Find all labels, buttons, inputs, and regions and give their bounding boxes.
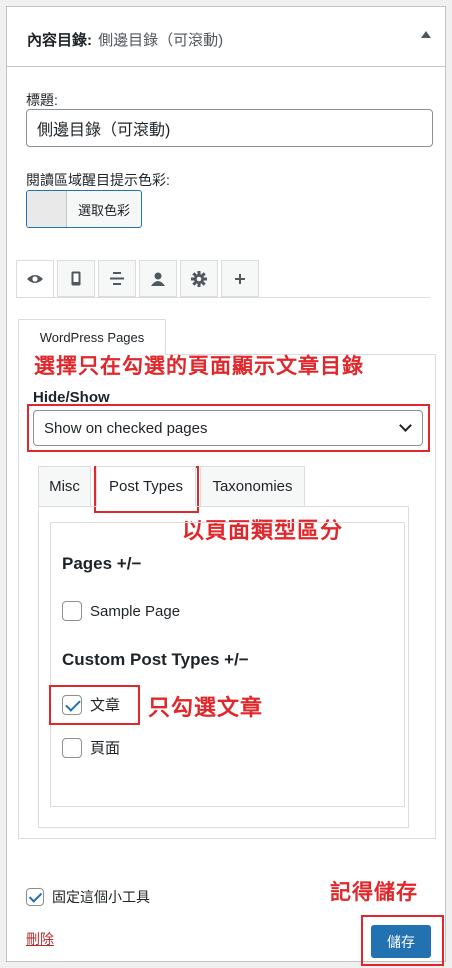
annotation-save-note: 記得儲存: [330, 881, 418, 904]
page-label: 頁面: [90, 740, 121, 757]
tab-post-types[interactable]: Post Types: [96, 466, 196, 507]
settings-icon-tabs: [16, 260, 262, 298]
post-checkbox[interactable]: [62, 694, 82, 715]
tab-visibility[interactable]: [16, 260, 54, 298]
tab-user[interactable]: [139, 260, 177, 297]
custom-post-types-group-title[interactable]: Custom Post Types +/−: [62, 650, 249, 670]
hide-show-select[interactable]: Show on checked pages: [33, 410, 423, 446]
tab-misc[interactable]: Misc: [38, 466, 91, 507]
checkbox-sample-page[interactable]: Sample Page: [62, 601, 180, 621]
mobile-icon: [71, 271, 81, 286]
widget-title-prefix: 內容目錄:: [27, 32, 92, 49]
checkbox-post[interactable]: 文章: [62, 694, 120, 715]
select-color-button[interactable]: 選取色彩: [26, 190, 142, 228]
title-input[interactable]: [26, 109, 433, 147]
align-icon: [110, 272, 124, 285]
gear-icon: [191, 270, 207, 287]
annotation-only-posts-note: 只勾選文章: [148, 695, 264, 720]
select-color-label: 選取色彩: [77, 202, 130, 218]
checkbox-page[interactable]: 頁面: [62, 737, 120, 758]
eye-icon: [27, 275, 43, 283]
collapse-arrow-icon[interactable]: [421, 31, 431, 38]
pin-widget-checkbox[interactable]: [26, 888, 44, 906]
pages-group-title[interactable]: Pages +/−: [62, 554, 141, 574]
page-checkbox[interactable]: [62, 737, 82, 758]
tab-mobile[interactable]: [57, 260, 95, 297]
save-button[interactable]: 儲存: [371, 925, 431, 958]
chevron-down-icon: [399, 419, 412, 432]
title-label: 標題:: [26, 92, 58, 108]
user-icon: [151, 272, 165, 286]
hide-show-selected: Show on checked pages: [44, 419, 208, 437]
plus-icon: [235, 273, 245, 284]
post-label: 文章: [90, 697, 121, 714]
tab-wordpress-pages[interactable]: WordPress Pages: [18, 319, 166, 355]
sample-page-label: Sample Page: [90, 602, 181, 620]
pin-widget-row[interactable]: 固定這個小工具: [26, 887, 150, 907]
widget-title-value: 側邊目錄（可滾動): [98, 32, 224, 49]
delete-link[interactable]: 刪除: [26, 929, 54, 949]
sample-page-checkbox[interactable]: [62, 601, 82, 621]
tab-add[interactable]: [221, 260, 259, 297]
pin-widget-label: 固定這個小工具: [52, 889, 150, 905]
tab-settings[interactable]: [180, 260, 218, 297]
icon-tabs-divider: [16, 297, 430, 298]
highlight-color-label: 閱讀區域醒目提示色彩:: [26, 172, 170, 188]
widget-header[interactable]: 內容目錄: 側邊目錄（可滾動): [7, 7, 445, 67]
tab-taxonomies[interactable]: Taxonomies: [200, 466, 305, 507]
color-swatch: [27, 191, 67, 227]
widget-title: 內容目錄: 側邊目錄（可滾動): [27, 29, 223, 50]
tab-alignment[interactable]: [98, 260, 136, 297]
hide-show-label: Hide/Show: [33, 389, 110, 406]
